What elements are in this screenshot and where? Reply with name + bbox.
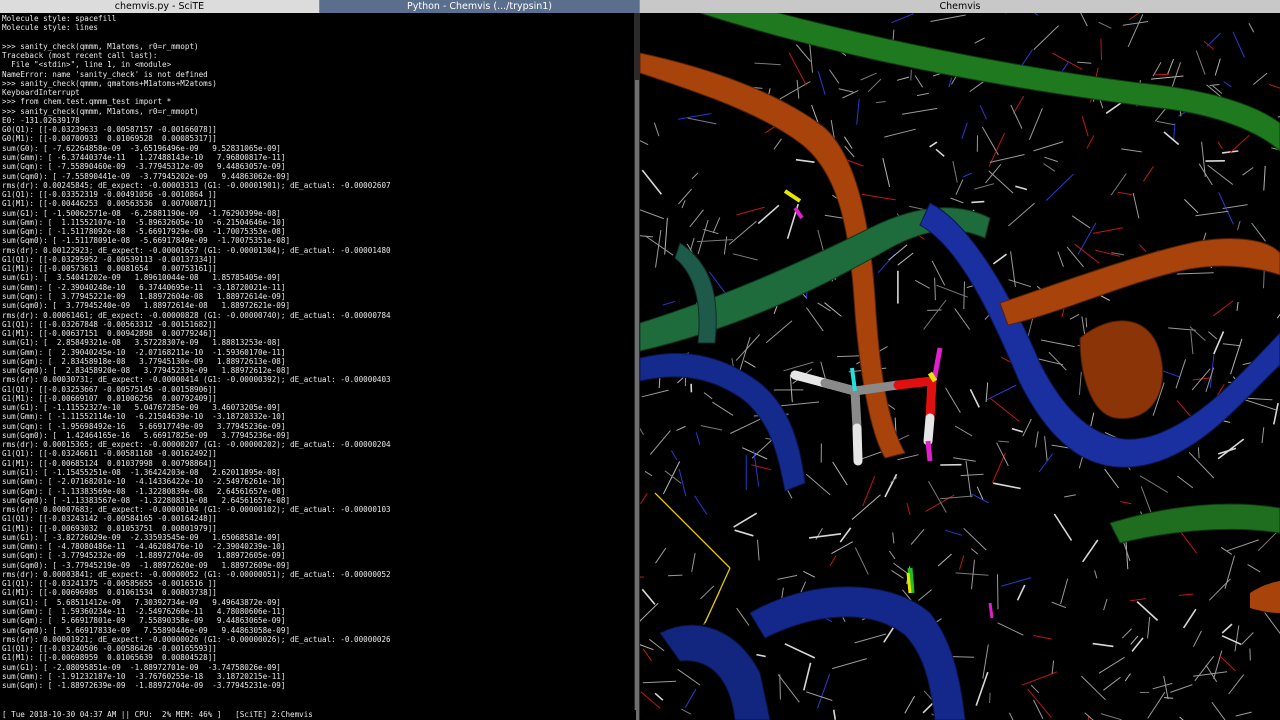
terminal-line: sum(Gqm): [ -7.55890460e-09 -3.77945312e… xyxy=(2,162,286,172)
terminal-line: sum(Gqm): [ -1.88972639e-09 -1.88972704e… xyxy=(2,681,286,691)
terminal-line: G1(Q1): [[-0.03267848 -0.00563312 -0.001… xyxy=(2,319,217,329)
terminal-line: sum(G1): [ 5.68511412e-09 7.30392734e-09… xyxy=(2,597,281,607)
terminal-line: sum(Gmm): [ -2.39040248e-10 6.37440695e-… xyxy=(2,282,286,292)
terminal-line: sum(Gqm0): [ -3.77945219e-09 -1.88972620… xyxy=(2,560,291,570)
terminal-line: G1(M1): [[-0.00669107 0.01006256 0.00792… xyxy=(2,393,217,403)
tmux-status-bar: [ Tue 2018-10-30 04:37 AM || CPU: 2% MEM… xyxy=(0,710,636,720)
terminal-line: G1(Q1): [[-0.03246611 -0.00581168 -0.001… xyxy=(2,449,217,459)
terminal-line: KeyboardInterrupt xyxy=(2,88,80,98)
terminal-line: >>> sanity_check(qmmm, M1atoms, r0=r_mmo… xyxy=(2,41,199,51)
bond-line xyxy=(1197,447,1200,459)
terminal-line: sum(G1): [ -1.11552327e-10 5.04767285e-0… xyxy=(2,403,281,413)
terminal-line: G1(M1): [[-0.00696985 0.01061534 0.00803… xyxy=(2,588,217,598)
terminal-line: G1(M1): [[-0.00693032 0.01053751 0.00801… xyxy=(2,523,217,533)
terminal-line: rms(dr): 0.00122923; dE_expect: -0.00001… xyxy=(2,245,391,255)
tab-scite[interactable]: chemvis.py - SciTE xyxy=(0,0,320,13)
terminal-line: sum(Gqm0): [ -7.55890441e-09 -3.77945202… xyxy=(2,171,291,181)
terminal-line: sum(Gqm): [ 3.77945221e-09 1.88972604e-0… xyxy=(2,291,286,301)
terminal-line: G1(Q1): [[-0.03241375 -0.00585655 -0.001… xyxy=(2,579,217,589)
terminal-line: sum(Gmm): [ -6.37440374e-11 1.27488143e-… xyxy=(2,152,286,162)
terminal-line: sum(G1): [ -2.08095851e-09 -1.88972701e-… xyxy=(2,662,281,672)
terminal-line: sum(Gmm): [ -1.11552114e-10 -6.21504639e… xyxy=(2,412,286,422)
terminal-line: >>> sanity_check(qmmm, qmatoms+M1atoms+M… xyxy=(2,78,217,88)
terminal-line: rms(dr): 0.00030731; dE_expect: -0.00000… xyxy=(2,375,391,385)
terminal-line: G1(Q1): [[-0.03295952 -0.00539113 -0.001… xyxy=(2,254,217,264)
terminal-line: >>> from chem.test.qmmm_test import * xyxy=(2,97,172,107)
tab-chemvis[interactable]: Chemvis xyxy=(640,0,1280,13)
python-terminal[interactable]: Molecule style: spacefill Molecule style:… xyxy=(0,13,634,710)
terminal-line: sum(Gmm): [ -1.91232187e-10 -3.76760255e… xyxy=(2,671,286,681)
terminal-line: G0(M1): [[-0.00700933 0.01069528 0.00085… xyxy=(2,134,217,144)
terminal-line: sum(Gqm): [ -1.51178092e-08 -5.66917929e… xyxy=(2,227,286,237)
molecule-viewer-canvas[interactable] xyxy=(640,13,1280,720)
terminal-line: sum(Gqm0): [ 5.66917833e-09 7.55890446e-… xyxy=(2,625,291,635)
terminal-line: sum(Gqm): [ -3.77945232e-09 -1.88972704e… xyxy=(2,551,286,561)
scrollbar-thumb[interactable] xyxy=(635,80,639,720)
terminal-line: sum(Gqm): [ -1.13383569e-08 -1.32280839e… xyxy=(2,486,286,496)
terminal-line: G1(Q1): [[-0.03243142 -0.00584165 -0.001… xyxy=(2,514,217,524)
terminal-line: sum(Gmm): [ -2.07168201e-10 -4.14336422e… xyxy=(2,477,286,487)
bond-line xyxy=(668,574,683,577)
terminal-line: sum(Gqm0): [ -1.13383567e-08 -1.32280831… xyxy=(2,495,291,505)
terminal-line: G1(M1): [[-0.00698959 0.01065639 0.00804… xyxy=(2,653,217,663)
terminal-line: sum(Gmm): [ -4.78080486e-11 -4.46208476e… xyxy=(2,542,286,552)
terminal-line: rms(dr): 0.00061461; dE_expect: -0.00000… xyxy=(2,310,391,320)
bond-line xyxy=(997,574,999,610)
terminal-line: sum(Gqm0): [ -1.51178091e-08 -5.66917849… xyxy=(2,236,291,246)
bond-line xyxy=(1085,317,1088,328)
terminal-line: Molecule style: spacefill xyxy=(2,14,117,23)
terminal-line: sum(Gqm0): [ 1.42464165e-16 5.66917825e-… xyxy=(2,430,291,440)
terminal-line: sum(G0): [ -7.62264858e-09 -3.65196496e-… xyxy=(2,143,281,153)
terminal-output: Molecule style: spacefill Molecule style:… xyxy=(0,13,634,690)
window-tab-bar: chemvis.py - SciTE Python - Chemvis (...… xyxy=(0,0,1280,13)
terminal-line: rms(dr): 0.00015365; dE_expect: -0.00000… xyxy=(2,440,391,450)
terminal-line: sum(G1): [ -3.82726029e-09 -2.33593545e-… xyxy=(2,532,281,542)
bond-line xyxy=(1100,38,1102,60)
terminal-line: G1(M1): [[-0.00446253 0.00563536 0.00700… xyxy=(2,199,217,209)
terminal-line: G0(Q1): [[-0.03239633 -0.00587157 -0.001… xyxy=(2,125,217,135)
terminal-line: G1(M1): [[-0.00573613 0.0081654 0.007531… xyxy=(2,264,217,274)
terminal-line: sum(G1): [ 3.54041202e-09 1.89610044e-08… xyxy=(2,273,281,283)
terminal-line: sum(G1): [ 2.85849321e-08 3.57228307e-09… xyxy=(2,338,281,348)
terminal-line: G1(M1): [[-0.00685124 0.01037998 0.00798… xyxy=(2,458,217,468)
bond-line xyxy=(971,200,985,204)
terminal-line: Traceback (most recent call last): xyxy=(2,51,158,61)
terminal-line: sum(G1): [ -1.50062571e-08 -6.25881190e-… xyxy=(2,208,281,218)
tab-python-terminal[interactable]: Python - Chemvis (.../trypsin1) xyxy=(320,0,640,13)
terminal-line: Molecule style: lines xyxy=(2,23,99,33)
terminal-line: G1(Q1): [[-0.03240506 -0.00586426 -0.001… xyxy=(2,644,217,654)
terminal-line: sum(Gmm): [ 2.39040245e-10 -2.07168211e-… xyxy=(2,347,286,357)
terminal-line: sum(Gqm): [ -1.95698492e-16 5.66917749e-… xyxy=(2,421,286,431)
terminal-line: G1(Q1): [[-0.03352319 -0.00491056 -0.001… xyxy=(2,190,217,200)
terminal-line: >>> sanity_check(qmmm, M1atoms, r0=r_mmo… xyxy=(2,106,199,116)
terminal-line: rms(dr): 0.00003841; dE_expect: -0.00000… xyxy=(2,569,391,579)
terminal-line: G1(M1): [[-0.00637151 0.00942898 0.00779… xyxy=(2,329,217,339)
terminal-line: rms(dr): 0.00007683; dE_expect: -0.00000… xyxy=(2,505,391,515)
terminal-line: sum(Gmm): [ 1.11552107e-10 -5.89632605e-… xyxy=(2,217,286,227)
bond-line xyxy=(989,692,991,704)
terminal-line: rms(dr): 0.00001921; dE_expect: -0.00000… xyxy=(2,634,391,644)
terminal-line: sum(Gqm): [ 5.66917801e-09 7.55890358e-0… xyxy=(2,616,286,626)
terminal-line: rms(dr): 0.00245845; dE_expect: -0.00003… xyxy=(2,180,391,190)
bond-line xyxy=(910,69,912,81)
bond-line xyxy=(1163,697,1174,699)
terminal-line: sum(Gqm): [ 2.83458918e-08 3.77945130e-0… xyxy=(2,356,286,366)
terminal-line: sum(Gqm0): [ 3.77945240e-09 1.88972614e-… xyxy=(2,301,291,311)
terminal-line: E0: -131.02639178 xyxy=(2,115,80,125)
terminal-line: NameError: name 'sanity_check' is not de… xyxy=(2,69,208,79)
terminal-line: sum(Gqm0): [ 2.83458920e-08 3.77945233e-… xyxy=(2,366,291,376)
terminal-line: sum(Gmm): [ 1.59360234e-11 -2.54976260e-… xyxy=(2,607,286,616)
terminal-line: sum(G1): [ -1.15455251e-08 -1.36424203e-… xyxy=(2,468,281,478)
molecule-viewer-3d[interactable] xyxy=(640,13,1280,720)
terminal-line: File "<stdin>", line 1, in <module> xyxy=(2,60,172,70)
terminal-line: G1(Q1): [[-0.03253667 -0.00575145 -0.001… xyxy=(2,384,217,394)
